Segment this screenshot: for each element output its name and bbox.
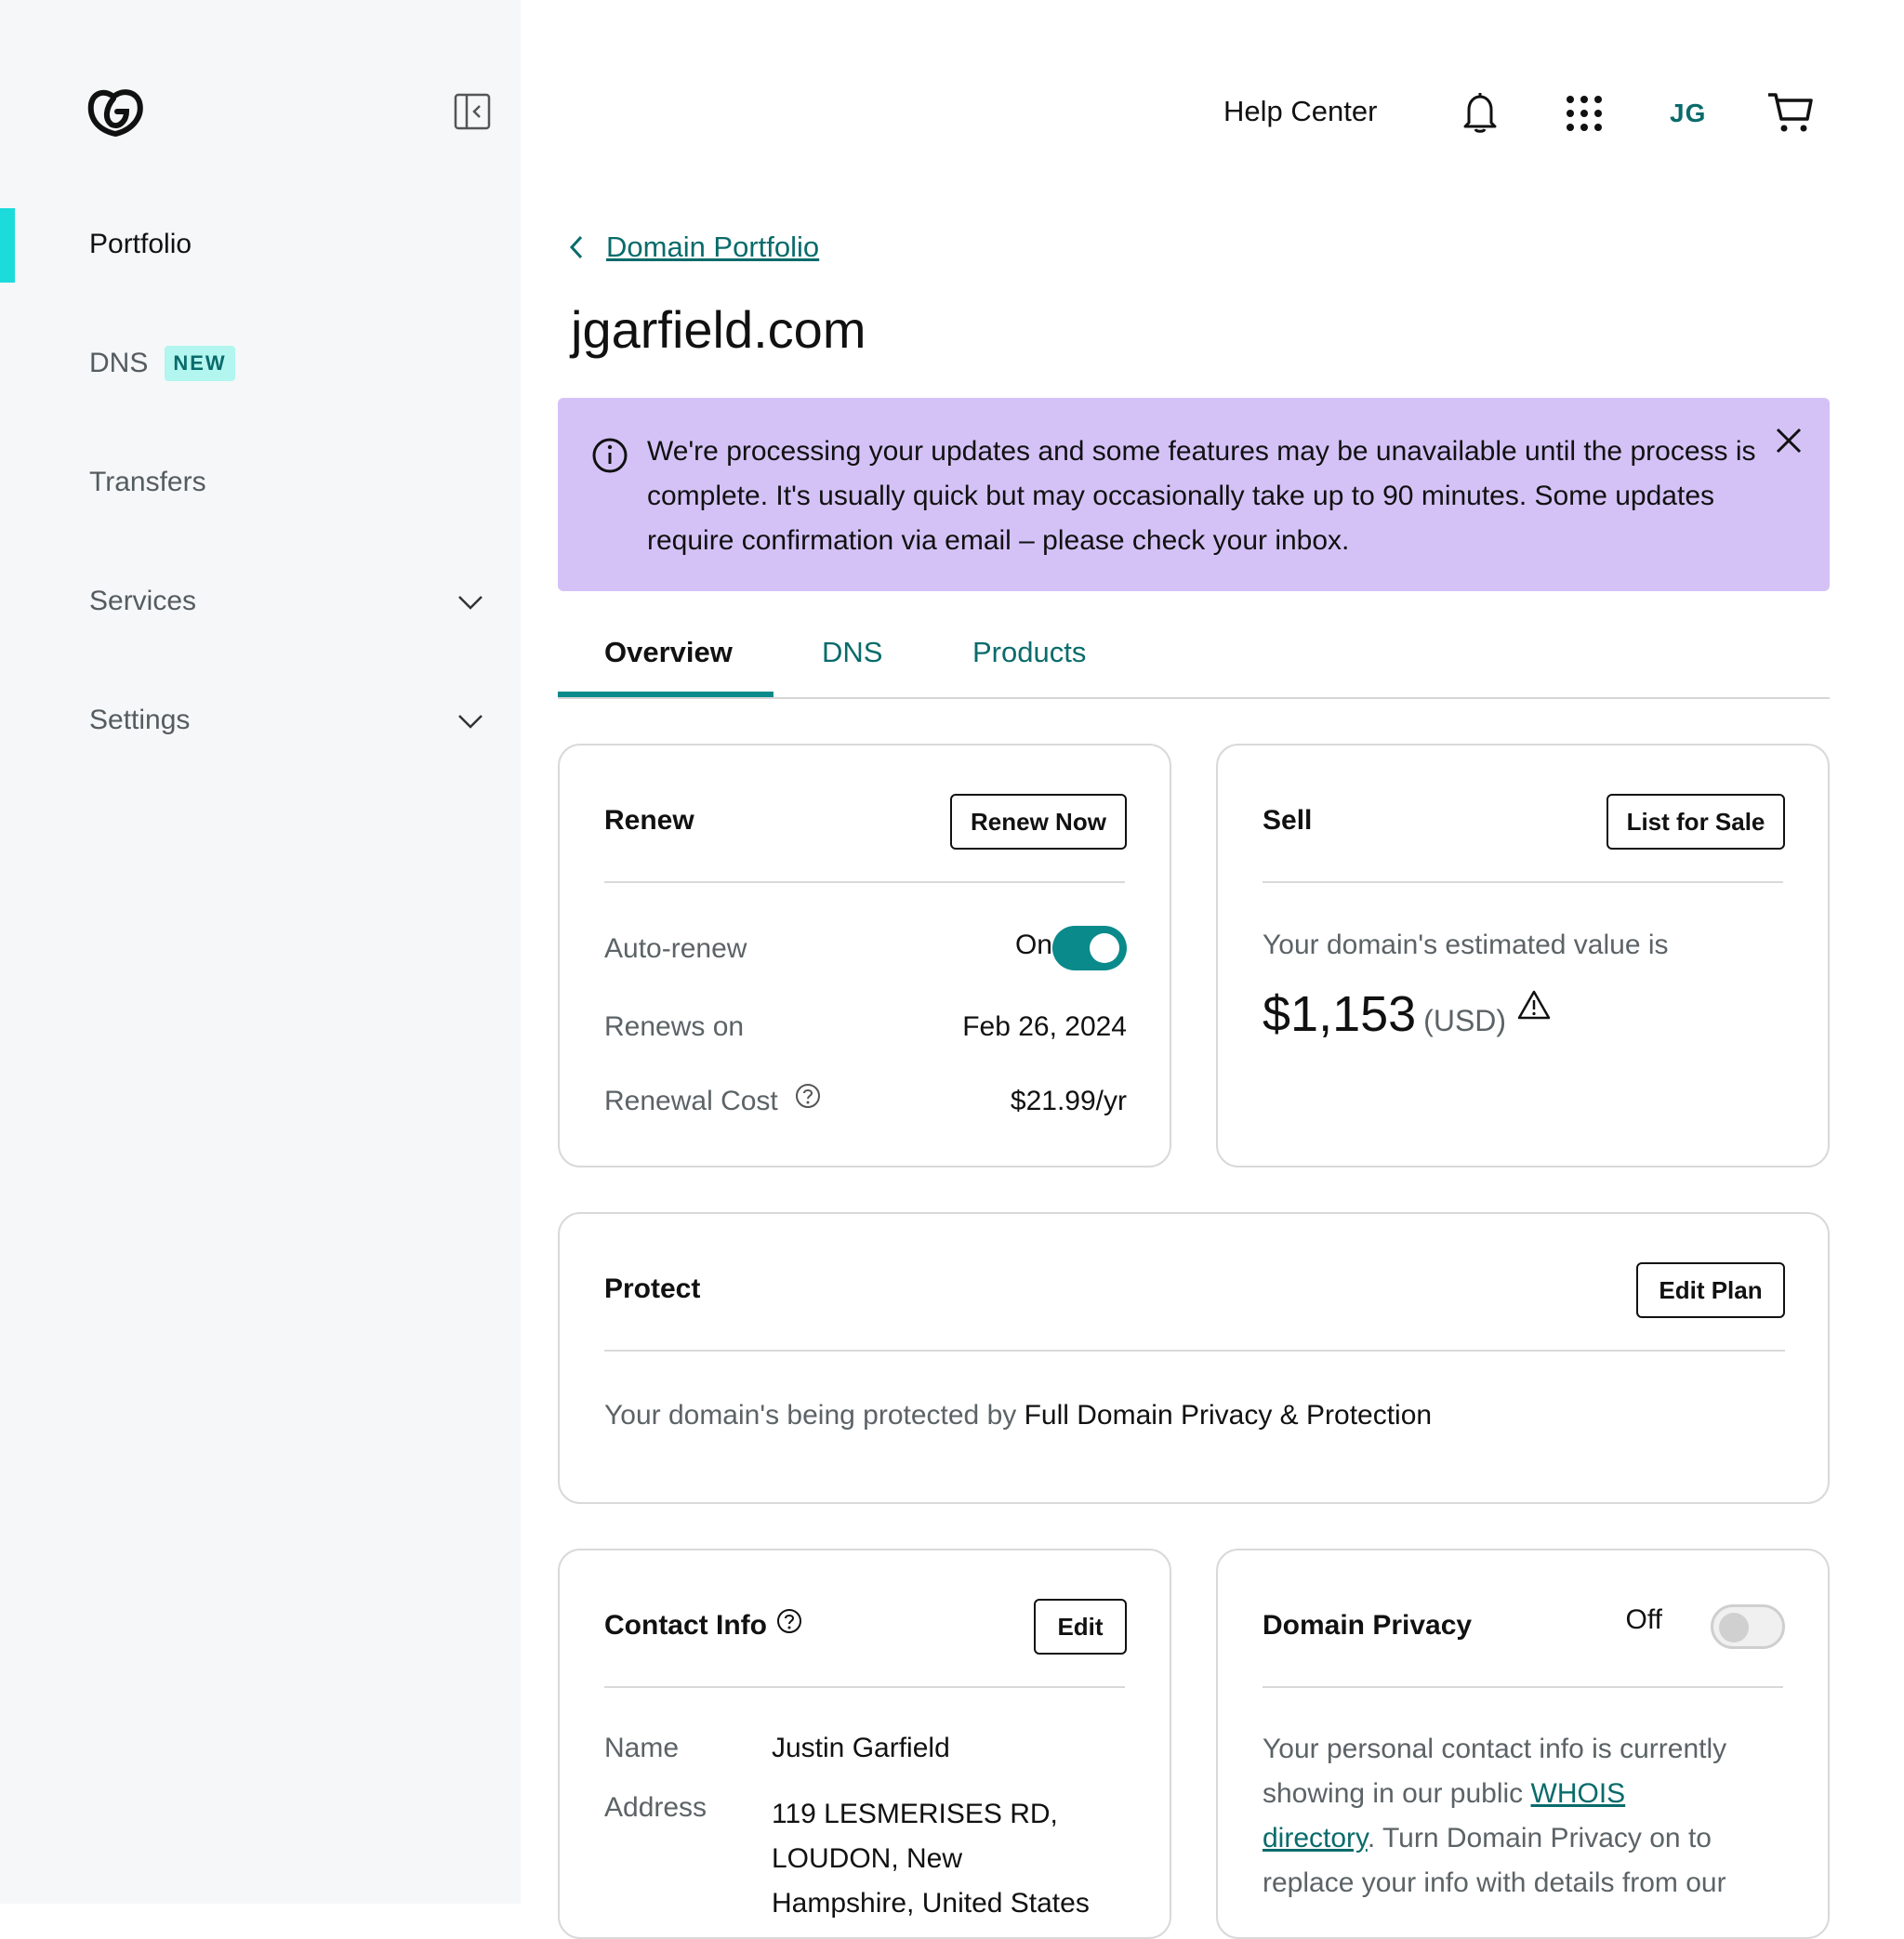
address-line: 119 LESMERISES RD,: [772, 1799, 1058, 1829]
renews-on-value: Feb 26, 2024: [962, 1011, 1127, 1042]
privacy-text: Your personal contact info is currently …: [1263, 1727, 1802, 1906]
whois-directory-link[interactable]: directory: [1263, 1823, 1368, 1853]
contact-info-card: Contact Info Edit Name Justin Garfield A…: [558, 1549, 1171, 1939]
help-circle-icon[interactable]: [776, 1608, 802, 1634]
divider: [1263, 881, 1783, 883]
autorenew-label: Auto-renew: [604, 933, 747, 964]
card-title: Contact Info: [604, 1608, 802, 1642]
estimate-amount: $1,153: [1263, 986, 1417, 1042]
chevron-left-icon: [569, 235, 583, 259]
name-value: Justin Garfield: [772, 1733, 950, 1763]
whois-directory-link[interactable]: WHOIS: [1531, 1778, 1626, 1809]
estimate-currency: (USD): [1423, 1004, 1507, 1037]
tab-overview[interactable]: Overview: [604, 636, 733, 669]
address-line: LOUDON, New: [772, 1843, 963, 1874]
renew-now-button[interactable]: Renew Now: [950, 794, 1127, 850]
tab-dns[interactable]: DNS: [822, 636, 882, 669]
help-center-link[interactable]: Help Center: [1223, 95, 1377, 128]
sidebar: Portfolio DNS NEW Transfers Services Set…: [0, 0, 521, 1904]
card-title: Protect: [604, 1273, 701, 1304]
privacy-state: Off: [1625, 1604, 1662, 1635]
tab-bar: Overview DNS Products: [558, 632, 1830, 699]
list-for-sale-button[interactable]: List for Sale: [1606, 794, 1785, 850]
card-title: Sell: [1263, 805, 1313, 836]
sidebar-item-dns[interactable]: DNS NEW: [89, 346, 235, 381]
chevron-down-icon[interactable]: [456, 706, 485, 736]
divider: [1263, 1686, 1783, 1688]
sidebar-item-label: Portfolio: [89, 229, 192, 259]
page-title: jgarfield.com: [571, 300, 866, 359]
card-title: Domain Privacy: [1263, 1610, 1473, 1641]
sidebar-item-portfolio[interactable]: Portfolio: [89, 229, 192, 260]
protection-prefix: Your domain's being protected by: [604, 1400, 1017, 1431]
contact-title-text: Contact Info: [604, 1610, 767, 1641]
renew-card: Renew Renew Now Auto-renew On Renews on …: [558, 744, 1171, 1167]
sidebar-item-label: Services: [89, 586, 197, 616]
name-label: Name: [604, 1733, 680, 1763]
new-badge: NEW: [165, 346, 235, 381]
active-tab-indicator: [558, 692, 774, 697]
active-nav-indicator: [0, 208, 15, 283]
privacy-text-part: . Turn Domain Privacy on to: [1367, 1823, 1712, 1853]
renews-on-label: Renews on: [604, 1011, 745, 1042]
breadcrumb[interactable]: Domain Portfolio: [567, 231, 819, 264]
protection-plan-name: Full Domain Privacy & Protection: [1024, 1400, 1433, 1431]
avatar[interactable]: JG: [1670, 99, 1706, 128]
sidebar-item-transfers[interactable]: Transfers: [89, 467, 206, 498]
bell-icon[interactable]: [1461, 91, 1499, 134]
autorenew-toggle[interactable]: [1052, 926, 1127, 970]
address-line: Hampshire, United States: [772, 1888, 1090, 1919]
sidebar-item-services[interactable]: Services: [89, 586, 196, 617]
collapse-sidebar-icon[interactable]: [454, 93, 491, 130]
renewal-cost-label: Renewal Cost: [604, 1083, 821, 1117]
close-icon[interactable]: [1772, 424, 1805, 457]
privacy-text-line: replace your info with details from our: [1263, 1867, 1726, 1898]
sidebar-item-settings[interactable]: Settings: [89, 705, 190, 736]
card-title: Renew: [604, 805, 694, 836]
sidebar-item-label: Settings: [89, 705, 191, 735]
privacy-text-line: showing in our public WHOIS: [1263, 1772, 1802, 1816]
godaddy-logo-icon[interactable]: [86, 86, 145, 138]
processing-alert: We're processing your updates and some f…: [558, 398, 1830, 591]
tab-products[interactable]: Products: [972, 636, 1086, 669]
warning-icon[interactable]: [1517, 989, 1551, 1021]
protection-text: Your domain's being protected by Full Do…: [604, 1400, 1432, 1431]
alert-message: We're processing your updates and some f…: [647, 436, 1756, 556]
cart-icon[interactable]: [1766, 91, 1815, 134]
divider: [604, 881, 1125, 883]
estimate-value: $1,153 (USD): [1263, 985, 1551, 1043]
renewal-cost-text: Renewal Cost: [604, 1086, 778, 1116]
sidebar-item-label: DNS: [89, 348, 149, 378]
help-circle-icon[interactable]: [795, 1083, 821, 1109]
apps-grid-icon[interactable]: [1566, 95, 1603, 132]
domain-privacy-card: Domain Privacy Off Your personal contact…: [1216, 1549, 1830, 1939]
privacy-text-part: showing in our public: [1263, 1778, 1524, 1809]
domain-privacy-toggle[interactable]: [1711, 1604, 1785, 1649]
info-icon: [592, 438, 628, 473]
estimate-label: Your domain's estimated value is: [1263, 930, 1669, 960]
edit-plan-button[interactable]: Edit Plan: [1636, 1262, 1785, 1318]
address-label: Address: [604, 1792, 707, 1823]
privacy-text-line: directory. Turn Domain Privacy on to: [1263, 1816, 1802, 1861]
edit-contact-button[interactable]: Edit: [1034, 1599, 1127, 1655]
autorenew-state: On: [1014, 930, 1052, 960]
sell-card: Sell List for Sale Your domain's estimat…: [1216, 744, 1830, 1167]
chevron-down-icon[interactable]: [456, 587, 485, 617]
sidebar-item-label: Transfers: [89, 467, 206, 497]
renewal-cost-value: $21.99/yr: [1010, 1086, 1127, 1116]
divider: [604, 1686, 1125, 1688]
privacy-text-line: Your personal contact info is currently: [1263, 1734, 1727, 1764]
protect-card: Protect Edit Plan Your domain's being pr…: [558, 1212, 1830, 1504]
breadcrumb-link[interactable]: Domain Portfolio: [606, 231, 819, 264]
address-value: 119 LESMERISES RD, LOUDON, New Hampshire…: [772, 1792, 1090, 1926]
divider: [604, 1350, 1785, 1352]
